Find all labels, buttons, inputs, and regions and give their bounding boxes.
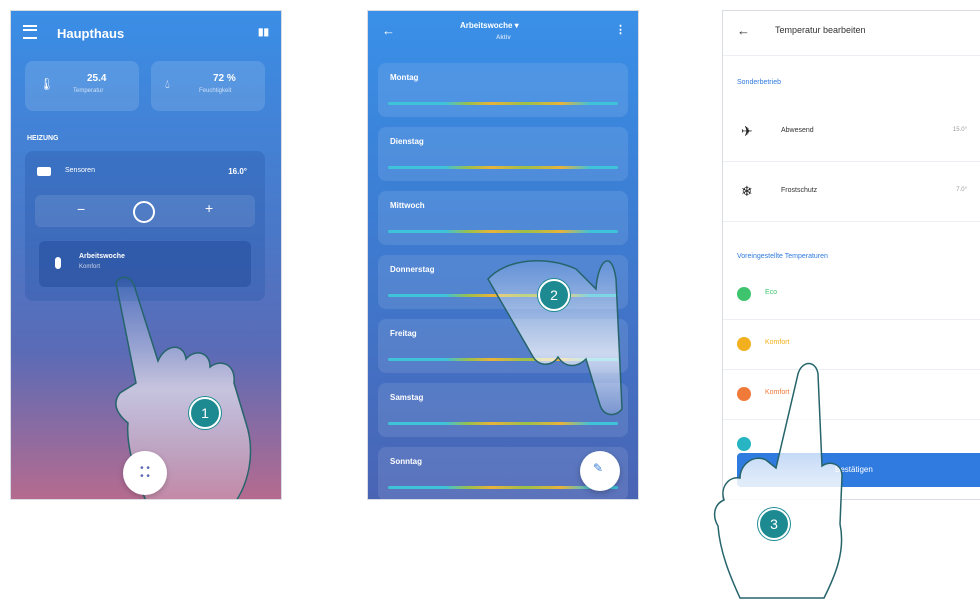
away-value: 15.0° bbox=[952, 127, 967, 133]
thermometer-icon: 🌡︎ bbox=[39, 77, 55, 91]
dots-grid-icon: • • • • bbox=[140, 463, 150, 482]
list-item-frost[interactable]: ❄︎ Frostschutz 7.0° bbox=[723, 165, 980, 222]
phone-home-screen: Haupthaus ▮▮ 🌡︎ 25.4 Temperatur 💧︎ 72 % … bbox=[10, 10, 282, 500]
temperature-card[interactable]: 🌡︎ 25.4 Temperatur bbox=[25, 61, 139, 111]
menu-icon[interactable] bbox=[23, 25, 37, 39]
preset-label: Komfort bbox=[765, 339, 790, 346]
program-status: Aktiv bbox=[496, 35, 511, 41]
day-label: Freitag bbox=[390, 329, 417, 338]
preset-color-dot bbox=[737, 287, 751, 301]
program-header: ← Arbeitswoche ▾ Aktiv ⋮ bbox=[368, 11, 638, 57]
humidity-label: Feuchtigkeit bbox=[199, 88, 232, 94]
step-badge-1: 1 bbox=[189, 397, 221, 429]
program-title: Arbeitswoche bbox=[79, 253, 125, 260]
day-label: Mittwoch bbox=[390, 201, 425, 210]
away-label: Abwesend bbox=[781, 127, 814, 134]
humidity-card[interactable]: 💧︎ 72 % Feuchtigkeit bbox=[151, 61, 265, 111]
preset-item[interactable]: Eco bbox=[723, 271, 980, 320]
power-mode-icon[interactable] bbox=[133, 201, 155, 223]
fab-menu-button[interactable]: • • • • bbox=[123, 451, 167, 495]
day-label: Montag bbox=[390, 73, 419, 82]
snowflake-icon: ❄︎ bbox=[741, 183, 753, 199]
sensor-icon bbox=[37, 167, 51, 176]
sensor-label: Sensoren bbox=[65, 167, 95, 174]
decrease-button[interactable]: − bbox=[77, 201, 85, 217]
away-icon: ✈︎ bbox=[741, 123, 753, 139]
preset-label: Eco bbox=[765, 289, 778, 296]
frost-value: 7.0° bbox=[956, 187, 967, 193]
frost-label: Frostschutz bbox=[781, 187, 818, 194]
humidity-value: 72 % bbox=[213, 73, 236, 84]
home-title[interactable]: Haupthaus bbox=[57, 26, 124, 41]
signal-icon: ▮▮ bbox=[257, 27, 269, 38]
temperature-control: − + bbox=[35, 195, 255, 227]
hand-pointer-3 bbox=[700, 356, 880, 600]
day-schedule-bar bbox=[388, 166, 618, 169]
temperature-value: 25.4 bbox=[87, 73, 107, 84]
home-header: Haupthaus ▮▮ bbox=[11, 11, 281, 55]
more-options-icon[interactable]: ⋮ bbox=[615, 23, 626, 36]
day-row[interactable]: Dienstag bbox=[378, 127, 628, 181]
program-dropdown-title[interactable]: Arbeitswoche ▾ bbox=[460, 21, 519, 30]
edit-title: Temperatur bearbeiten bbox=[775, 25, 866, 35]
program-subtitle: Komfort bbox=[79, 264, 101, 270]
special-mode-section: Sonderbetrieb bbox=[737, 79, 781, 86]
edit-fab-button[interactable]: ✎ bbox=[580, 451, 620, 491]
step-badge-2: 2 bbox=[538, 279, 570, 311]
step-badge-3: 3 bbox=[758, 508, 790, 540]
day-label: Donnerstag bbox=[390, 265, 435, 274]
pencil-icon: ✎ bbox=[593, 461, 604, 475]
day-schedule-bar bbox=[388, 486, 618, 489]
day-row[interactable]: Montag bbox=[378, 63, 628, 117]
heating-section-label: HEIZUNG bbox=[27, 135, 59, 142]
temperature-label: Temperatur bbox=[73, 88, 104, 94]
program-icon bbox=[55, 257, 61, 269]
sensor-temperature: 16.0° bbox=[228, 167, 247, 176]
edit-header: ← Temperatur bearbeiten bbox=[723, 11, 980, 56]
day-label: Samstag bbox=[390, 393, 424, 402]
back-arrow-icon[interactable]: ← bbox=[737, 23, 750, 38]
phone-weekly-program: ← Arbeitswoche ▾ Aktiv ⋮ Montag Dienstag M… bbox=[367, 10, 639, 500]
humidity-icon: 💧︎ bbox=[165, 77, 170, 91]
hand-pointer-2 bbox=[486, 219, 636, 419]
increase-button[interactable]: + bbox=[205, 200, 213, 216]
list-item-away[interactable]: ✈︎ Abwesend 15.0° bbox=[723, 105, 980, 162]
day-label: Dienstag bbox=[390, 137, 424, 146]
back-arrow-icon[interactable]: ← bbox=[382, 23, 395, 38]
day-schedule-bar bbox=[388, 422, 618, 425]
day-schedule-bar bbox=[388, 102, 618, 105]
preset-color-dot bbox=[737, 337, 751, 351]
preset-section: Voreingestellte Temperaturen bbox=[737, 253, 828, 260]
day-label: Sonntag bbox=[390, 457, 422, 466]
